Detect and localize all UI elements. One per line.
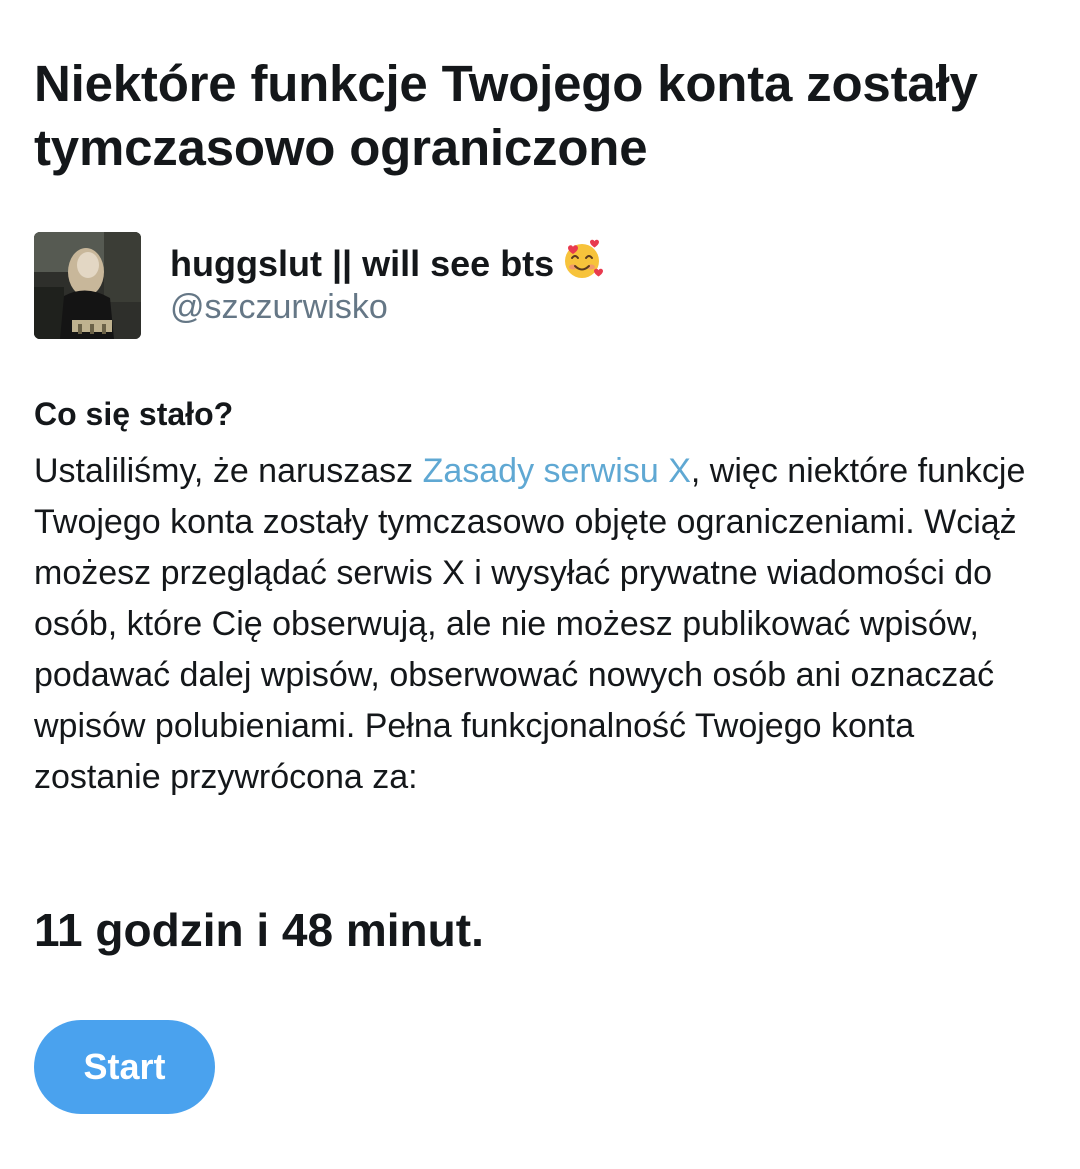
account-card: huggslut || will see bts @szczurwisko xyxy=(34,232,1034,342)
explanation-text-start: Ustaliliśmy, że naruszasz xyxy=(34,452,423,490)
rules-link[interactable]: Zasady serwisu X xyxy=(423,452,691,490)
start-button[interactable]: Start xyxy=(34,1020,215,1114)
avatar xyxy=(34,232,141,339)
countdown-text: 11 godzin i 48 minut. xyxy=(34,904,484,956)
account-handle: @szczurwisko xyxy=(170,288,388,326)
explanation-text: Ustaliliśmy, że naruszasz Zasady serwisu… xyxy=(34,446,1044,803)
page-title: Niektóre funkcje Twojego konta zostały t… xyxy=(34,55,978,176)
explanation-text-end: , więc niektóre funkcje Twojego konta zo… xyxy=(34,452,1026,796)
display-name: huggslut || will see bts xyxy=(170,238,604,292)
display-name-text: huggslut || will see bts xyxy=(170,243,555,284)
smiling-face-with-hearts-icon xyxy=(560,238,604,292)
section-heading: Co się stało? xyxy=(34,396,234,432)
